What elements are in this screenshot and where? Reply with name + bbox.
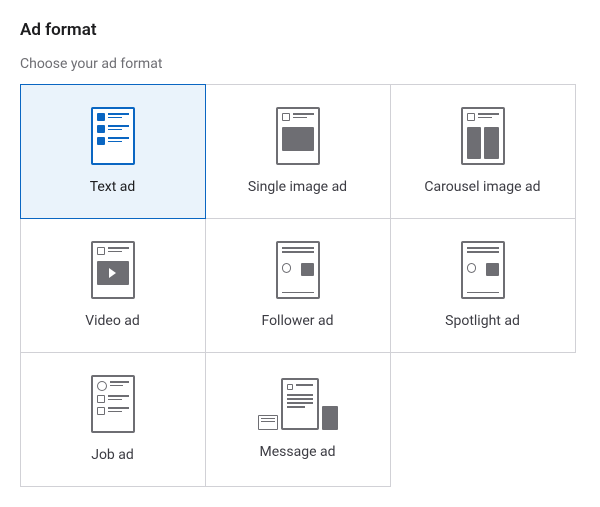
tile-label: Message ad (260, 444, 336, 460)
tile-label: Text ad (90, 179, 136, 195)
tile-follower-ad[interactable]: Follower ad (205, 218, 391, 353)
video-ad-icon (91, 241, 135, 299)
text-ad-icon (91, 107, 135, 165)
tile-single-image-ad[interactable]: Single image ad (205, 84, 391, 219)
single-image-ad-icon (276, 107, 320, 165)
tile-label: Spotlight ad (445, 313, 520, 329)
section-title: Ad format (20, 20, 580, 40)
tile-text-ad[interactable]: Text ad (20, 84, 206, 219)
tile-message-ad[interactable]: Message ad (205, 352, 391, 487)
follower-ad-icon (276, 241, 320, 299)
tile-label: Single image ad (248, 179, 347, 195)
tile-job-ad[interactable]: Job ad (20, 352, 206, 487)
section-subtitle: Choose your ad format (20, 56, 580, 72)
tile-label: Carousel image ad (424, 179, 540, 195)
spotlight-ad-icon (461, 241, 505, 299)
ad-format-grid: Text ad Single image ad Carousel image a… (20, 84, 575, 486)
tile-label: Follower ad (261, 313, 333, 329)
tile-carousel-image-ad[interactable]: Carousel image ad (390, 84, 576, 219)
carousel-image-ad-icon (461, 107, 505, 165)
job-ad-icon (91, 375, 135, 433)
tile-spotlight-ad[interactable]: Spotlight ad (390, 218, 576, 353)
message-ad-icon (258, 378, 338, 430)
tile-video-ad[interactable]: Video ad (20, 218, 206, 353)
tile-label: Video ad (85, 313, 140, 329)
tile-label: Job ad (91, 447, 134, 463)
